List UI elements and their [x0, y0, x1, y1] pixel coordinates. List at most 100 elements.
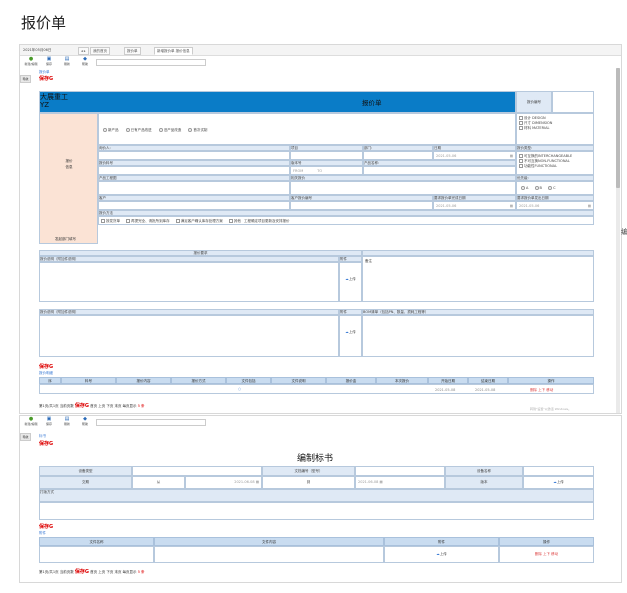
quote-desc-textarea-2[interactable] [39, 315, 339, 357]
product-drawing-input[interactable] [98, 181, 290, 195]
checkbox [519, 126, 523, 130]
device-name-input[interactable] [523, 466, 594, 476]
calendar-icon[interactable]: ▦ [588, 204, 591, 208]
device-type-input[interactable] [132, 466, 262, 476]
tab-quote[interactable]: 报价单 [124, 47, 141, 55]
calendar-icon[interactable]: ▦ [510, 204, 513, 208]
quote-no-field[interactable] [552, 91, 594, 113]
toolbar-search-input-2[interactable] [96, 419, 206, 426]
tab-home[interactable]: 我的首页 [90, 47, 110, 55]
req-submit-date-input[interactable]: 2021-05-06 ▦ [516, 201, 594, 210]
version-range[interactable]: FROM TO [290, 166, 363, 175]
save-button-middle[interactable]: 保存G [39, 363, 53, 370]
related-quote-input[interactable] [290, 181, 516, 195]
scrollbar[interactable] [616, 68, 620, 413]
upload-label: 上传 [348, 330, 356, 334]
save-button-bid-footer[interactable]: 保存G [75, 569, 89, 575]
help-label: 帮助 [81, 62, 88, 66]
checkbox [519, 159, 523, 163]
tab-new-quote[interactable]: 新增报价单 报价信息 [154, 47, 193, 55]
save-button-footer[interactable]: 保存G [75, 403, 89, 409]
date-input[interactable]: 2021-05-06 ▦ [433, 151, 516, 160]
col-header: 文件名称 [39, 537, 154, 546]
product-name-input[interactable] [363, 166, 516, 175]
checkbox [519, 154, 523, 158]
new-edit-label: 新建/编辑 [24, 422, 38, 426]
part-no-input[interactable] [98, 166, 290, 175]
row-end-date[interactable]: 2021-05-08 [475, 388, 495, 392]
calendar-icon[interactable]: ▦ [379, 480, 382, 484]
check-material[interactable]: 材料 MATERIAL [519, 126, 591, 131]
tab-nav-arrows[interactable]: ◂ ▸ [78, 47, 89, 55]
priority-b[interactable]: B [534, 186, 542, 190]
row-actions[interactable]: 删除 上下 移动 [530, 388, 553, 393]
file-content-cell[interactable] [154, 546, 384, 563]
help-button-2[interactable]: ◆ 帮助 [78, 417, 92, 427]
priority-a[interactable]: A [521, 186, 528, 190]
inquirer-input[interactable] [98, 151, 290, 160]
calendar-icon[interactable]: ▦ [256, 480, 259, 484]
side-nav-tab[interactable]: 导航 [20, 75, 31, 83]
save-toolbar-button-2[interactable]: ▣ 保存 [42, 417, 56, 427]
scrollbar-thumb[interactable] [616, 68, 620, 188]
info-section-label: 报价信息 [65, 159, 73, 169]
check-label: 设计 DESIGN [524, 116, 546, 120]
file-name-cell[interactable] [39, 546, 154, 563]
side-nav-tab-2[interactable]: 导航 [20, 433, 31, 441]
refresh-button-2[interactable]: ▤ 刷新 [60, 417, 74, 427]
project-input[interactable] [290, 151, 363, 160]
doc-no-input[interactable] [355, 466, 445, 476]
save-button-bid-top[interactable]: 保存G [39, 440, 53, 447]
method-check-4[interactable]: 其他 [228, 219, 241, 223]
row-file-marker[interactable]: ○ [238, 387, 241, 391]
page-links[interactable]: 首页 上页 下页 末页 每页显示 [90, 404, 136, 408]
version-upload[interactable]: ☁上传 [523, 476, 594, 489]
row-actions-bid[interactable]: 删除 上下 移动 [499, 546, 594, 563]
help-button[interactable]: ◆ 帮助 [78, 57, 92, 67]
document-title: 报价单 [362, 99, 382, 107]
attachment-upload-cell[interactable]: ☁上传 [384, 546, 499, 563]
method-textarea[interactable] [39, 502, 594, 520]
checkbox [519, 164, 523, 168]
page-size[interactable]: 5 条 [138, 404, 145, 408]
page-size[interactable]: 5 条 [138, 570, 145, 574]
page-links[interactable]: 首页 上页 下页 末页 每页显示 [90, 570, 136, 574]
priority-c[interactable]: C [548, 186, 556, 190]
radio-new-product[interactable]: 新产品 [103, 128, 119, 132]
new-edit-button-2[interactable]: ● 新建/编辑 [24, 417, 38, 427]
radio-retrofit[interactable]: 旧产品改造 [158, 128, 181, 132]
save-button-top[interactable]: 保存G [39, 75, 53, 82]
check-functional[interactable]: 功能性FUNCTIONAL [519, 164, 591, 169]
date-to-input[interactable]: 2021-06-08 ▦ [355, 476, 445, 489]
remark-area[interactable]: 备注 [362, 256, 594, 302]
toolbar-search-input[interactable] [96, 59, 206, 66]
calendar-icon[interactable]: ▦ [510, 154, 513, 158]
bid-form-frame: ● 新建/编辑 ▣ 保存 ▤ 刷新 ◆ 帮助 导航 标书 保存G 编制标书 设备类型 文… [19, 415, 622, 583]
dept-input[interactable] [363, 151, 433, 160]
date-from-input[interactable]: 2021-06-08 ▦ [185, 476, 262, 489]
quote-no-label: 报价编号 [516, 91, 552, 113]
req-complete-date-input[interactable]: 2021-05-06 ▦ [433, 201, 516, 210]
method-check-3[interactable]: 满足客户确认库存处理方案 [175, 219, 223, 223]
date-value: 2021-06-08 [358, 480, 379, 484]
save-toolbar-button[interactable]: ▣ 保存 [42, 57, 56, 67]
breadcrumb-2[interactable]: 标书 [39, 434, 46, 439]
bom-textarea[interactable] [362, 315, 594, 357]
save-button-bid-middle[interactable]: 保存G [39, 523, 53, 530]
method-check-1[interactable]: 按发货单 [101, 219, 120, 223]
customer-input[interactable] [98, 201, 290, 210]
info-section-label-cell [39, 113, 98, 244]
attachment-table-link[interactable]: 附件 [39, 531, 46, 536]
refresh-button[interactable]: ▤ 刷新 [60, 57, 74, 67]
quote-desc-textarea[interactable] [39, 262, 339, 302]
col-header: 开始日期 [428, 377, 468, 384]
method-check-2[interactable]: 再提完全、请批所到库存 [126, 219, 170, 223]
detail-table-link[interactable]: 报价明细 [39, 371, 53, 376]
upload-button-2[interactable]: ☁上传 [339, 315, 362, 357]
new-edit-button[interactable]: ● 新建/编辑 [24, 57, 38, 67]
upload-button[interactable]: ☁上传 [339, 262, 362, 302]
row-start-date[interactable]: 2021-05-08 [435, 388, 455, 392]
customer-quote-no-input[interactable] [290, 201, 433, 210]
radio-improve[interactable]: 已有产品改进 [125, 128, 152, 132]
radio-first-trial[interactable]: 首次试制 [188, 128, 207, 132]
